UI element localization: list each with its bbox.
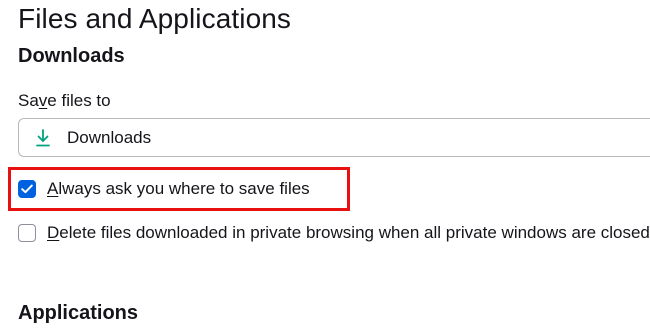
save-label-prefix: Sa [18,91,39,110]
save-label-suffix: e files to [47,91,111,110]
applications-heading: Applications [18,302,139,324]
delete-private-checkbox[interactable] [18,224,36,242]
download-folder-name: Downloads [67,127,152,147]
delete-private-option[interactable]: Delete files downloaded in private brows… [18,223,650,243]
checkmark-icon [21,184,33,194]
always-ask-option[interactable]: Always ask you where to save files [18,179,310,199]
always-ask-accesskey: A [47,179,59,198]
delete-private-label: Delete files downloaded in private brows… [47,223,650,243]
delete-private-accesskey: D [47,223,60,242]
page-title: Files and Applications [18,3,292,34]
always-ask-checkbox[interactable] [18,180,36,198]
downloads-heading: Downloads [18,45,125,67]
always-ask-label: Always ask you where to save files [47,179,310,199]
download-folder-field[interactable]: Downloads [18,118,650,157]
save-files-to-label: Save files to [18,91,111,111]
download-arrow-icon [34,128,52,148]
always-ask-text: lways ask you where to save files [58,179,310,198]
delete-private-text: elete files downloaded in private browsi… [59,223,650,242]
